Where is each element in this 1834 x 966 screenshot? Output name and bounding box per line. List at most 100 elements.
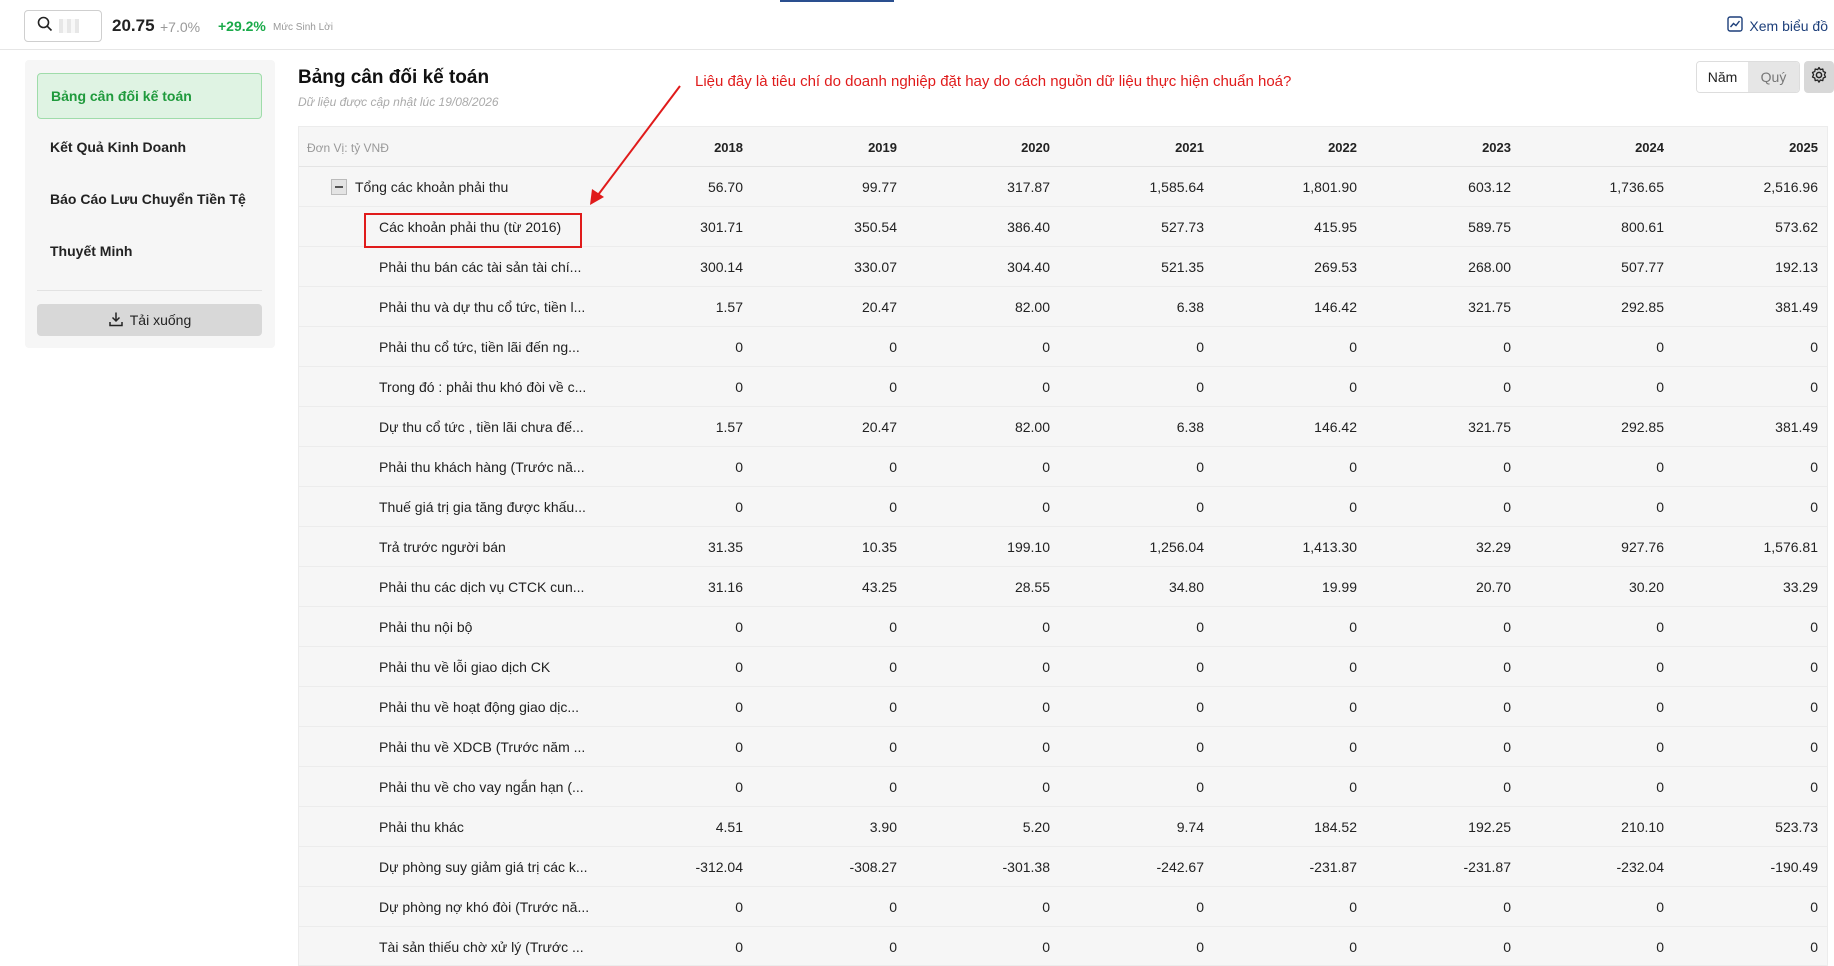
table-cell: 0 bbox=[735, 339, 743, 355]
table-row: Phải thu bán các tài sản tài chí... 300.1… bbox=[299, 247, 1827, 287]
table-cell: 0 bbox=[735, 939, 743, 955]
table-cell: 0 bbox=[1656, 699, 1664, 715]
table-cell: 0 bbox=[1349, 779, 1357, 795]
financial-table: Đơn Vị: tỷ VNĐ 2018 2019 2020 2021 2022 2023 2… bbox=[298, 126, 1828, 966]
table-cell: 0 bbox=[1349, 459, 1357, 475]
period-option-quarter[interactable]: Quý bbox=[1748, 62, 1799, 92]
table-header: Đơn Vị: tỷ VNĐ 2018 2019 2020 2021 2022 2023 2… bbox=[299, 127, 1827, 167]
table-cell: 0 bbox=[1196, 699, 1204, 715]
table-cell: 0 bbox=[1656, 379, 1664, 395]
table-cell: 0 bbox=[1349, 899, 1357, 915]
table-cell: 0 bbox=[735, 499, 743, 515]
download-label: Tải xuống bbox=[129, 312, 192, 328]
period-option-year[interactable]: Năm bbox=[1697, 62, 1748, 92]
year-header: 2019 bbox=[868, 140, 897, 155]
table-cell: 0 bbox=[1656, 619, 1664, 635]
table-cell: 0 bbox=[1196, 659, 1204, 675]
table-cell: -312.04 bbox=[695, 859, 743, 875]
table-cell: 0 bbox=[1503, 699, 1511, 715]
table-cell: 0 bbox=[889, 379, 897, 395]
table-cell: 32.29 bbox=[1475, 539, 1511, 555]
table-cell: 0 bbox=[1810, 779, 1818, 795]
table-row: Trả trước người bán 31.35 10.35 199.10 1,256… bbox=[299, 527, 1827, 567]
table-cell: 523.73 bbox=[1775, 819, 1818, 835]
table-cell: 0 bbox=[1196, 459, 1204, 475]
year-header: 2021 bbox=[1175, 140, 1204, 155]
year-header: 2024 bbox=[1635, 140, 1664, 155]
table-cell: 573.62 bbox=[1775, 219, 1818, 235]
table-cell: 192.13 bbox=[1775, 259, 1818, 275]
table-row: Phải thu nội bộ 0 0 0 0 0 0 0 0 bbox=[299, 607, 1827, 647]
table-cell: 268.00 bbox=[1468, 259, 1511, 275]
table-cell: 1,413.30 bbox=[1302, 539, 1358, 555]
table-row: Phải thu về lỗi giao dịch CK 0 0 0 0 0 0 0 0 bbox=[299, 647, 1827, 687]
table-cell: 0 bbox=[1196, 339, 1204, 355]
download-button[interactable]: Tải xuống bbox=[37, 304, 262, 336]
table-cell: 0 bbox=[1349, 619, 1357, 635]
year-header: 2018 bbox=[714, 140, 743, 155]
table-cell: 210.10 bbox=[1621, 819, 1664, 835]
table-cell: 0 bbox=[1810, 739, 1818, 755]
row-label: Phải thu và dự thu cổ tức, tiền l... bbox=[379, 299, 586, 315]
table-cell: 1.57 bbox=[715, 419, 743, 435]
table-cell: 386.40 bbox=[1007, 219, 1050, 235]
table-cell: 0 bbox=[1810, 619, 1818, 635]
table-cell: 0 bbox=[1042, 699, 1050, 715]
view-chart-link[interactable]: Xem biểu đồ bbox=[1727, 16, 1828, 35]
settings-button[interactable] bbox=[1804, 61, 1834, 93]
table-cell: 350.54 bbox=[854, 219, 897, 235]
table-cell: 0 bbox=[1656, 899, 1664, 915]
table-cell: 19.99 bbox=[1321, 579, 1357, 595]
table-row: Dự phòng suy giảm giá trị các k... -312.0… bbox=[299, 847, 1827, 887]
row-label: Phải thu về XDCB (Trước năm ... bbox=[379, 739, 586, 755]
table-cell: 0 bbox=[889, 739, 897, 755]
row-label: Phải thu cổ tức, tiền lãi đến ng... bbox=[379, 339, 580, 355]
table-cell: 527.73 bbox=[1161, 219, 1204, 235]
download-icon bbox=[108, 311, 124, 330]
table-cell: 0 bbox=[1196, 899, 1204, 915]
yield-label: Mức Sinh Lời bbox=[273, 22, 333, 33]
table-cell: 99.77 bbox=[861, 179, 897, 195]
table-cell: 34.80 bbox=[1168, 579, 1204, 595]
table-cell: 330.07 bbox=[854, 259, 897, 275]
sidebar-item-income-statement[interactable]: Kết Quả Kinh Doanh bbox=[37, 124, 262, 170]
table-cell: 0 bbox=[1196, 739, 1204, 755]
sidebar-item-notes[interactable]: Thuyết Minh bbox=[37, 228, 262, 274]
row-label: Dự thu cổ tức , tiền lãi chưa đế... bbox=[379, 419, 584, 435]
sidebar-item-label: Kết Quả Kinh Doanh bbox=[50, 139, 187, 155]
table-row: Phải thu cổ tức, tiền lãi đến ng... 0 0 0 0 0… bbox=[299, 327, 1827, 367]
chart-icon bbox=[1727, 16, 1744, 35]
table-cell: 6.38 bbox=[1176, 299, 1204, 315]
table-cell: -231.87 bbox=[1463, 859, 1511, 875]
table-cell: 0 bbox=[735, 619, 743, 635]
table-cell: 317.87 bbox=[1007, 179, 1050, 195]
period-toggle: Năm Quý bbox=[1696, 61, 1800, 93]
table-cell: 0 bbox=[1503, 779, 1511, 795]
table-cell: 30.20 bbox=[1628, 579, 1664, 595]
sidebar-item-balance-sheet[interactable]: Bảng cân đối kế toán bbox=[37, 73, 262, 119]
table-cell: 6.38 bbox=[1176, 419, 1204, 435]
table-cell: 0 bbox=[1503, 499, 1511, 515]
table-cell: 0 bbox=[889, 619, 897, 635]
table-cell: 521.35 bbox=[1161, 259, 1204, 275]
table-cell: 0 bbox=[1196, 779, 1204, 795]
row-label: Phải thu về hoạt động giao dịc... bbox=[379, 699, 580, 715]
table-cell: 0 bbox=[1656, 499, 1664, 515]
table-cell: 9.74 bbox=[1176, 819, 1204, 835]
table-cell: 0 bbox=[735, 779, 743, 795]
table-cell: 381.49 bbox=[1775, 299, 1818, 315]
collapse-icon[interactable] bbox=[331, 179, 347, 195]
table-cell: 184.52 bbox=[1314, 819, 1357, 835]
table-row: Phải thu về XDCB (Trước năm ... 0 0 0 0 0 0 0 0 bbox=[299, 727, 1827, 767]
table-cell: 0 bbox=[1810, 339, 1818, 355]
search-box[interactable] bbox=[24, 10, 102, 42]
table-cell: -232.04 bbox=[1616, 859, 1664, 875]
sidebar-item-label: Bảng cân đối kế toán bbox=[51, 88, 192, 104]
table-row: Phải thu và dự thu cổ tức, tiền l... 1.57… bbox=[299, 287, 1827, 327]
row-label: Phải thu khách hàng (Trước nă... bbox=[379, 459, 585, 475]
sidebar-item-cash-flow[interactable]: Báo Cáo Lưu Chuyển Tiền Tệ bbox=[37, 176, 262, 222]
year-header: 2020 bbox=[1021, 140, 1050, 155]
table-cell: 1,736.65 bbox=[1609, 179, 1665, 195]
table-cell: 0 bbox=[889, 699, 897, 715]
table-cell: 0 bbox=[1503, 619, 1511, 635]
